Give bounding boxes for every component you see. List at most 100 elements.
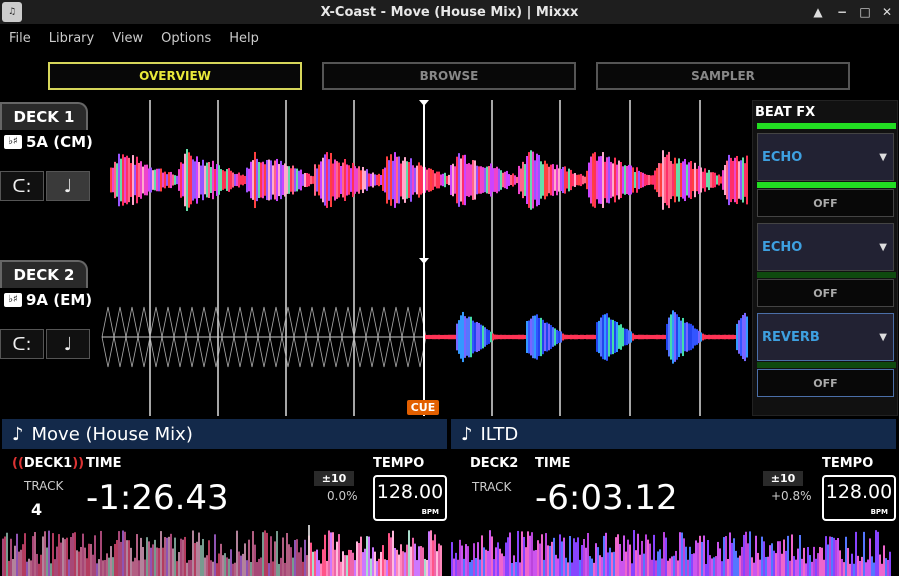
- overview-bar: [214, 534, 216, 576]
- waveform-bar: [620, 161, 622, 199]
- waveform-bar: [622, 327, 624, 347]
- waveform-bar: [524, 164, 526, 196]
- waveform-bar: [186, 149, 188, 211]
- deck-2-tempo-box[interactable]: 128.00 BPM: [822, 475, 896, 521]
- waveform-bar: [464, 154, 466, 206]
- waveform-bar: [316, 168, 318, 192]
- menu-view[interactable]: View: [103, 31, 152, 46]
- maximize-button[interactable]: □: [855, 2, 875, 22]
- waveform-bar: [408, 162, 410, 198]
- overview-bar: [511, 563, 513, 576]
- overview-bar: [581, 545, 583, 576]
- waveform-bar: [524, 334, 526, 340]
- overview-bar: [170, 533, 172, 576]
- menu-library[interactable]: Library: [40, 31, 103, 46]
- overview-bar: [555, 554, 557, 576]
- waveform-display[interactable]: [90, 100, 750, 416]
- waveform-bar: [594, 152, 596, 208]
- deck-1-loop-button[interactable]: ᑕ:: [0, 171, 44, 201]
- deck-1-keylock-button[interactable]: ♩: [46, 171, 90, 201]
- overview-bar: [661, 558, 663, 576]
- overview-bar: [853, 563, 855, 576]
- close-button[interactable]: ✕: [877, 2, 897, 22]
- waveform-bar: [546, 322, 548, 352]
- fx-2-toggle[interactable]: OFF: [757, 279, 894, 307]
- overview-bar: [20, 549, 22, 576]
- waveform-bar: [158, 168, 160, 192]
- waveform-bar: [578, 334, 580, 340]
- deck-2-loop-button[interactable]: ᑕ:: [0, 329, 44, 359]
- overview-bar: [839, 550, 841, 576]
- menu-file[interactable]: File: [0, 31, 40, 46]
- minimize-button[interactable]: −: [832, 2, 852, 22]
- overview-bar: [557, 558, 559, 576]
- overview-bar: [541, 534, 543, 576]
- waveform-bar: [500, 170, 502, 190]
- overview-bar: [228, 558, 230, 576]
- deck-1-tempo-box[interactable]: 128.00 BPM: [373, 475, 447, 521]
- deck-2-keylock-button[interactable]: ♩: [46, 329, 90, 359]
- overview-bar: [635, 550, 637, 576]
- overview-bar: [434, 534, 436, 576]
- overview-bar: [184, 536, 186, 576]
- overview-bar: [66, 537, 68, 576]
- tab-browse[interactable]: BROWSE: [322, 62, 576, 90]
- deck-2-range[interactable]: ±10: [763, 471, 803, 486]
- waveform-bar: [386, 156, 388, 204]
- waveform-bar: [658, 334, 660, 340]
- fx-2-select[interactable]: ECHO ▼: [757, 223, 894, 271]
- cue-marker[interactable]: CUE: [407, 400, 439, 415]
- overview-bar: [118, 531, 120, 576]
- waveform-bar: [550, 325, 552, 349]
- chevron-down-icon: ▼: [879, 151, 887, 163]
- waveform-bar: [608, 156, 610, 204]
- fx-1-indicator: [757, 182, 896, 188]
- waveform-bar: [120, 158, 122, 202]
- deck-1-overview-waveform[interactable]: [2, 525, 447, 576]
- overview-bar: [172, 548, 174, 576]
- overview-bar: [370, 558, 372, 576]
- waveform-bar: [444, 172, 446, 188]
- tab-overview[interactable]: OVERVIEW: [48, 62, 302, 90]
- waveform-bar: [740, 160, 742, 200]
- fx-1-toggle[interactable]: OFF: [757, 189, 894, 217]
- menu-help[interactable]: Help: [220, 31, 268, 46]
- overview-bar: [82, 533, 84, 576]
- waveform-bar: [142, 166, 144, 194]
- waveform-bar: [432, 170, 434, 190]
- waveform-bar: [610, 161, 612, 199]
- waveform-bar: [454, 166, 456, 194]
- waveform-bar: [322, 157, 324, 203]
- waveform-bar: [484, 167, 486, 193]
- fx-3-toggle[interactable]: OFF: [757, 369, 894, 397]
- menu-options[interactable]: Options: [152, 31, 220, 46]
- note-icon: ♩: [63, 175, 73, 197]
- overview-bar: [230, 549, 232, 576]
- overview-bar: [873, 562, 875, 576]
- overview-bar: [503, 556, 505, 576]
- waveform-bar: [616, 164, 618, 196]
- waveform-area[interactable]: [90, 100, 750, 416]
- keep-above-button[interactable]: ▲: [808, 2, 828, 22]
- waveform-bar: [308, 173, 310, 187]
- tab-sampler[interactable]: SAMPLER: [596, 62, 850, 90]
- deck-1-range[interactable]: ±10: [314, 471, 354, 486]
- overview-bar: [376, 561, 378, 576]
- fx-3-select[interactable]: REVERB ▼: [757, 313, 894, 361]
- overview-bar: [418, 546, 420, 576]
- waveform-bar: [314, 164, 316, 196]
- fx-1-select[interactable]: ECHO ▼: [757, 133, 894, 181]
- deck-2-overview-waveform[interactable]: [451, 525, 896, 576]
- overview-bar: [378, 558, 380, 576]
- overview-bar: [94, 535, 96, 576]
- waveform-bar: [460, 158, 462, 202]
- waveform-bar: [164, 171, 166, 189]
- overview-bar: [250, 562, 252, 576]
- overview-bar: [232, 563, 234, 576]
- overview-bar: [106, 553, 108, 576]
- overview-bar: [200, 545, 202, 576]
- waveform-bar: [544, 322, 546, 352]
- overview-bar: [32, 536, 34, 576]
- waveform-bar: [642, 172, 644, 188]
- overview-bar: [587, 532, 589, 576]
